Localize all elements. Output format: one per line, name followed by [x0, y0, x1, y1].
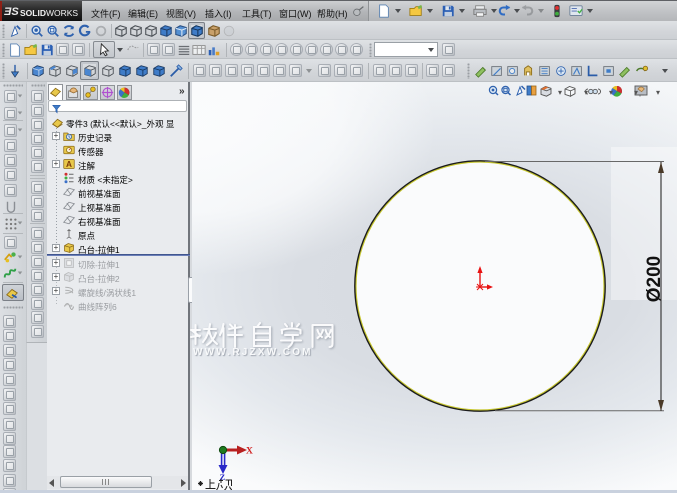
- svg-text:X: X: [246, 447, 253, 457]
- svg-text:Ø200: Ø200: [644, 256, 665, 302]
- svg-text:A: A: [66, 160, 72, 169]
